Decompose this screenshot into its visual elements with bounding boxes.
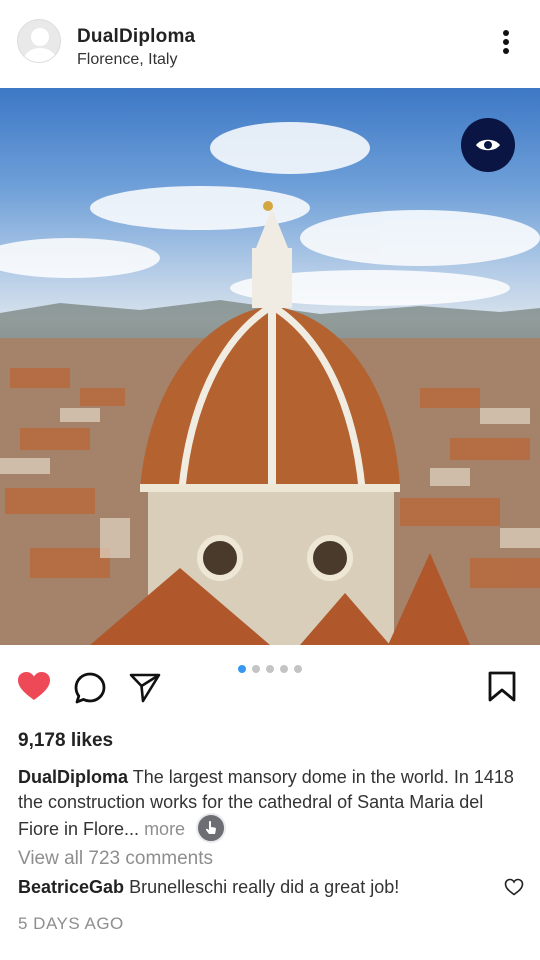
carousel-dot xyxy=(266,665,274,673)
post-caption: DualDiploma The largest mansory dome in … xyxy=(18,765,528,845)
carousel-dot xyxy=(280,665,288,673)
top-comment: BeatriceGab Brunelleschi really did a gr… xyxy=(18,877,399,898)
send-icon[interactable] xyxy=(128,671,162,708)
eye-icon[interactable] xyxy=(461,118,515,172)
view-all-comments-link[interactable]: View all 723 comments xyxy=(18,848,213,870)
carousel-dot xyxy=(252,665,260,673)
carousel-indicator xyxy=(238,665,308,675)
post-timestamp: 5 DAYS AGO xyxy=(18,914,124,933)
caption-more-link[interactable]: more xyxy=(144,819,185,839)
carousel-dot xyxy=(294,665,302,673)
comment-text: Brunelleschi really did a great job! xyxy=(129,877,400,897)
post-username[interactable]: DualDiploma xyxy=(77,26,195,48)
tap-cursor-icon xyxy=(196,813,227,843)
post-location[interactable]: Florence, Italy xyxy=(77,51,177,69)
like-count[interactable]: 9,178 likes xyxy=(18,730,113,752)
bookmark-icon[interactable] xyxy=(487,671,517,708)
post-header: DualDiploma Florence, Italy xyxy=(0,0,540,88)
avatar[interactable] xyxy=(17,19,61,63)
carousel-dot xyxy=(238,665,246,673)
comment-username[interactable]: BeatriceGab xyxy=(18,877,124,897)
post-image[interactable] xyxy=(0,88,540,645)
comment-icon[interactable] xyxy=(73,671,107,710)
heart-outline-icon[interactable] xyxy=(504,878,524,901)
heart-icon[interactable] xyxy=(16,670,52,707)
more-vertical-icon[interactable] xyxy=(494,26,518,58)
dome-illustration xyxy=(0,122,540,645)
caption-username[interactable]: DualDiploma xyxy=(18,767,128,787)
